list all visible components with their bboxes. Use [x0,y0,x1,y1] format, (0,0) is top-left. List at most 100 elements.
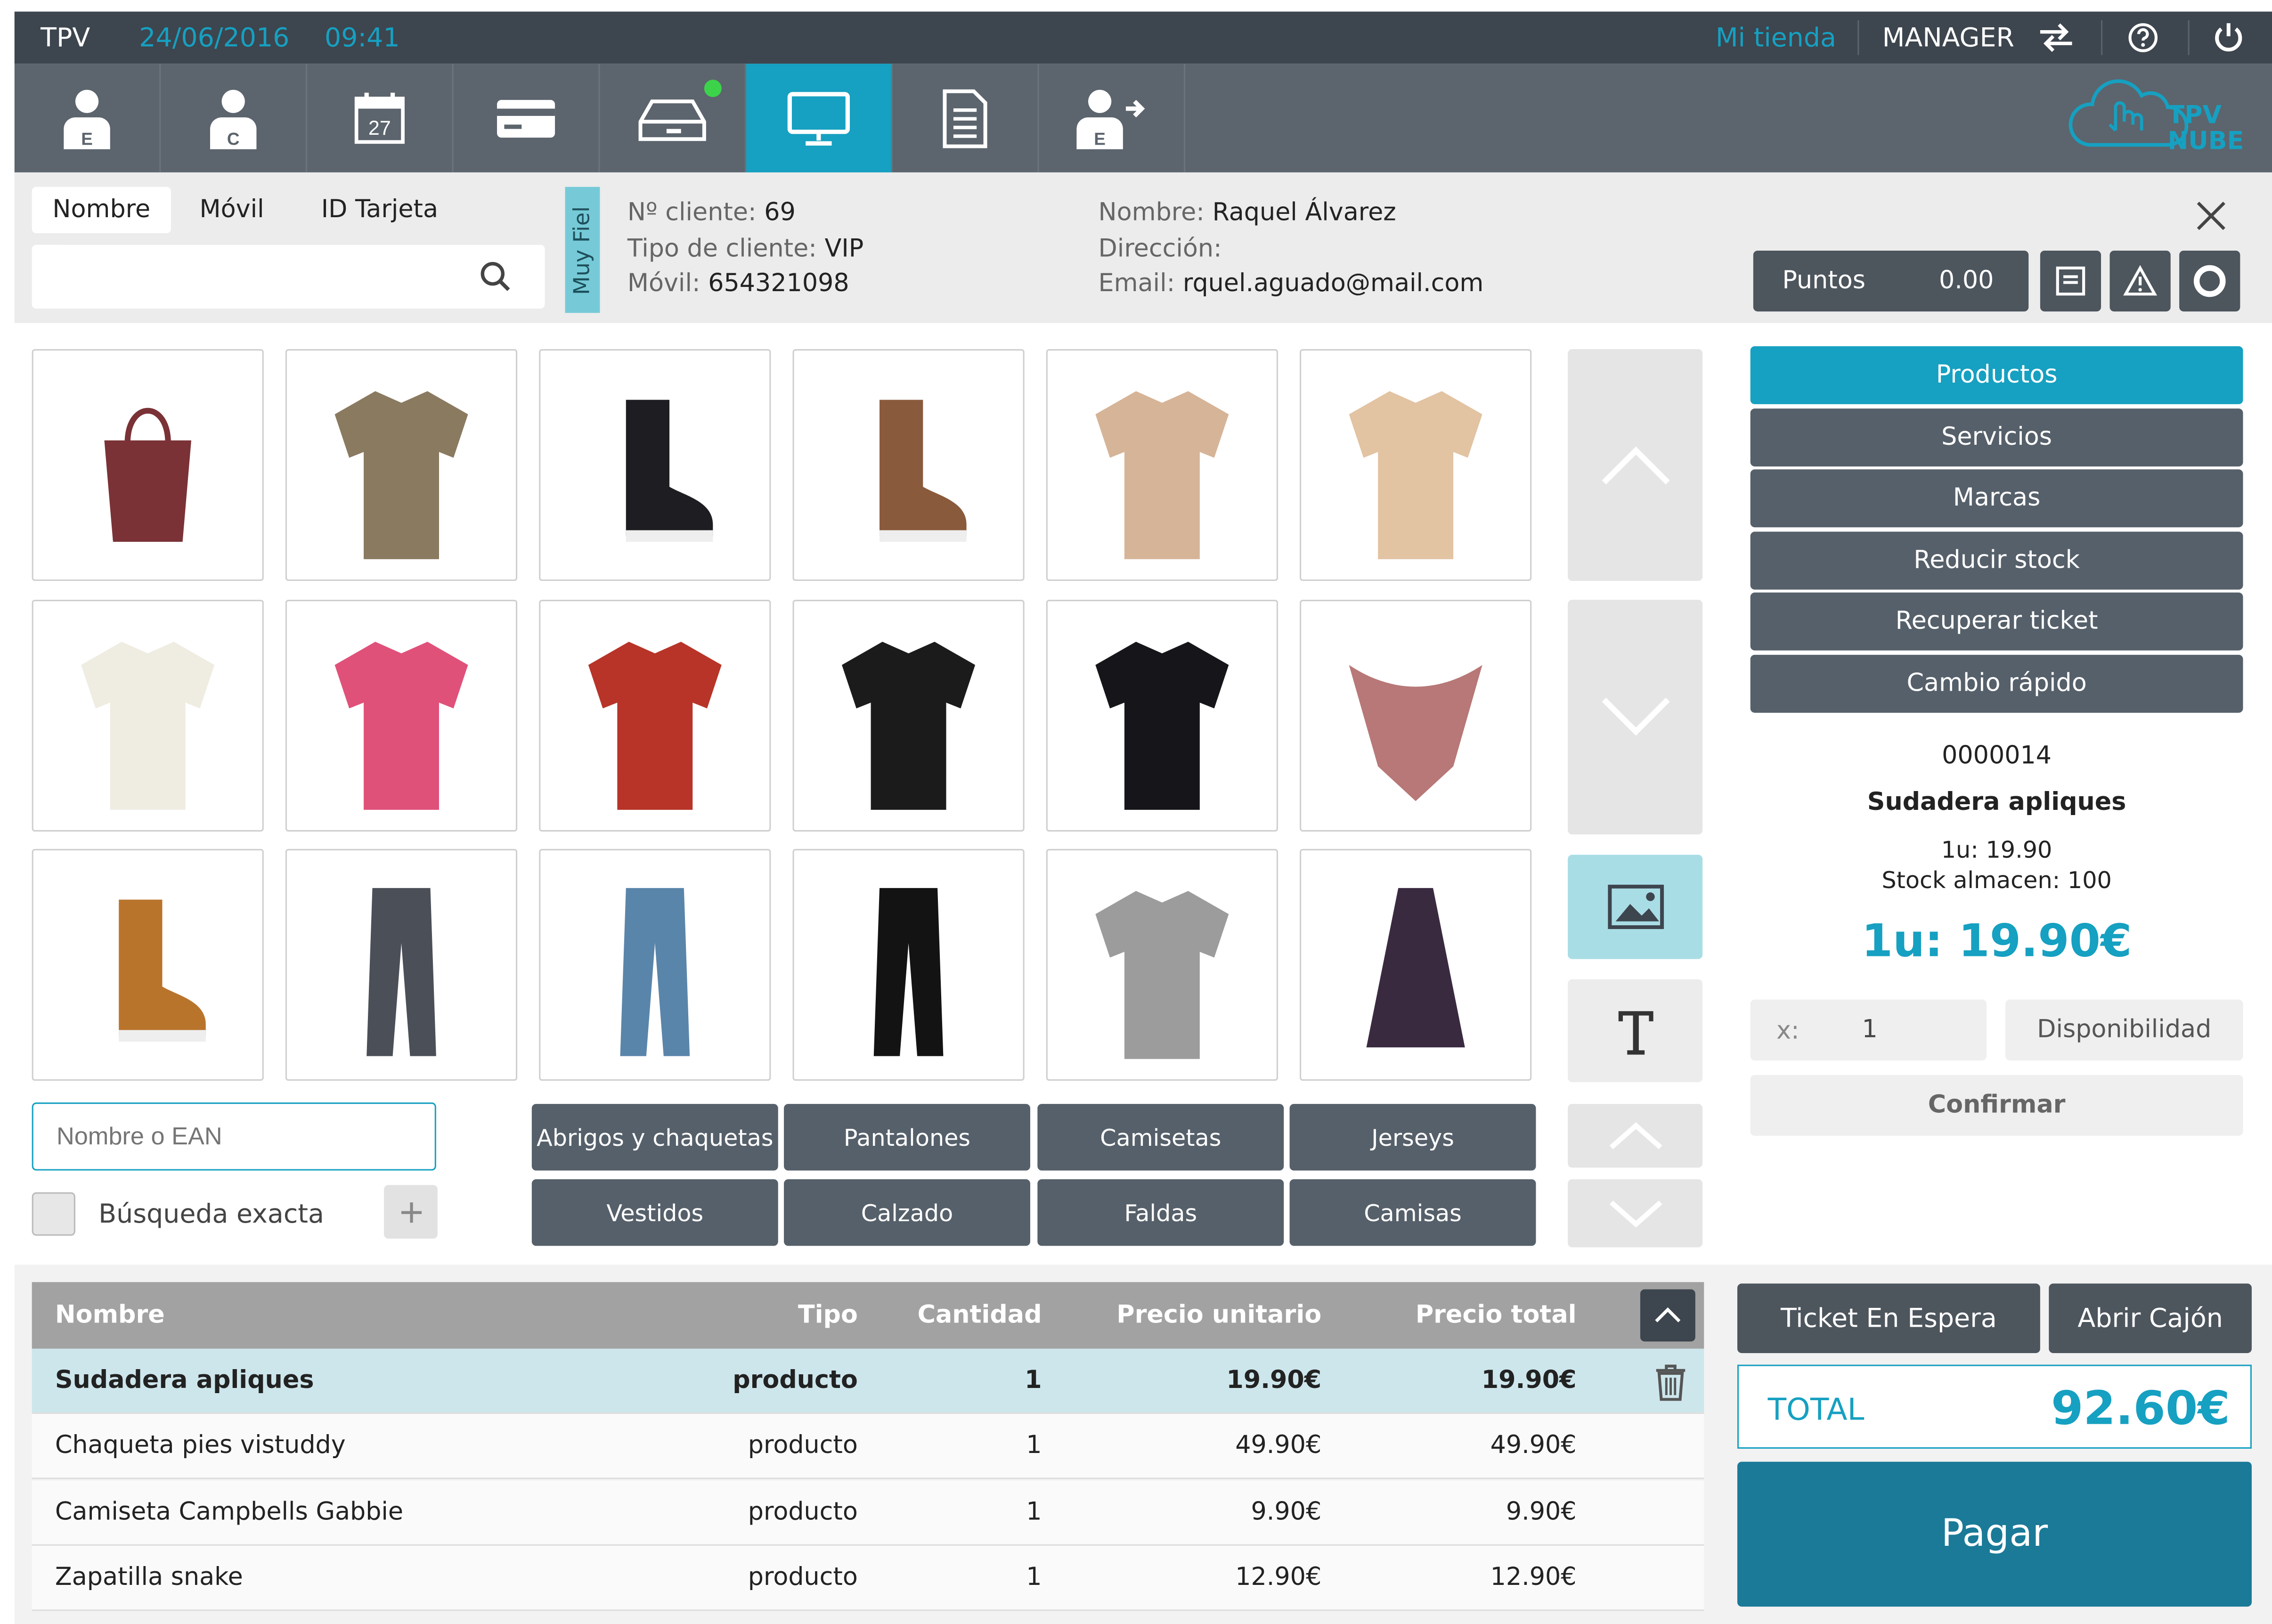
calendar-button[interactable]: 27 [307,64,454,172]
product-tile-ugg-boot[interactable] [32,849,264,1081]
product-tile-leather-jacket[interactable] [792,600,1025,832]
menu-quick-exchange[interactable]: Cambio rápido [1750,654,2243,713]
product-tile-black-pants[interactable] [792,849,1025,1081]
ugg-boot-image [119,899,206,1042]
pink-tshirt-image [334,642,468,810]
category-button[interactable]: Pantalones [784,1104,1030,1171]
menu-reduce-stock[interactable]: Reducir stock [1750,531,2243,590]
open-drawer-button[interactable]: Abrir Cajón [2049,1283,2252,1353]
table-row[interactable]: Zapatilla snake producto 1 12.90€ 12.90€ [32,1545,1704,1611]
help-icon[interactable] [2127,22,2159,59]
category-button[interactable]: Faldas [1037,1179,1284,1246]
scarf-image [1349,665,1482,801]
plus-icon [400,1201,421,1222]
category-scroll-down-button[interactable] [1568,1179,1703,1248]
col-total-price: Precio total [1415,1301,1577,1330]
switch-user-icon[interactable] [2037,22,2075,59]
menu-products[interactable]: Productos [1750,346,2243,404]
text-icon [1618,1010,1653,1054]
cell-name: Camiseta Campbells Gabbie [55,1498,404,1527]
trash-icon[interactable] [1655,1363,1687,1406]
search-icon[interactable] [478,259,513,300]
customer-icon: C [210,89,257,149]
monitor-button[interactable] [746,64,893,172]
category-scroll-up-button[interactable] [1568,1104,1703,1168]
product-tile-hoodie[interactable] [1046,600,1278,832]
product-tile-white-blouse[interactable] [32,600,264,832]
card-payment-button[interactable] [454,64,600,172]
power-icon[interactable] [2211,20,2246,61]
hold-ticket-button[interactable]: Ticket En Espera [1737,1283,2040,1353]
employee-button[interactable]: E [15,64,161,172]
product-tile-blue-jeans[interactable] [539,849,771,1081]
quantity-label: x: [1776,1017,1800,1046]
client-name: Nombre: Raquel Álvarez [1098,198,1396,228]
category-button[interactable]: Jerseys [1289,1104,1536,1171]
store-link[interactable]: Mi tienda [1716,23,1836,54]
product-tile-scarf[interactable] [1300,600,1532,832]
support-button[interactable] [2179,250,2240,312]
confirm-button[interactable]: Confirmar [1750,1075,2243,1136]
client-search-input[interactable] [32,245,545,309]
category-button[interactable]: Vestidos [531,1179,778,1246]
cell-type: producto [733,1366,858,1395]
table-row[interactable]: Camiseta Campbells Gabbie producto 1 9.90€ 9… [32,1480,1704,1546]
employee-logout-button[interactable]: E [1039,64,1186,172]
text-view-button[interactable] [1568,979,1703,1082]
points-value: 0.00 [1938,266,1994,296]
grid-scroll-up-button[interactable] [1568,349,1703,581]
availability-button[interactable]: Disponibilidad [2005,999,2243,1061]
grey-sweater-image [1095,891,1229,1059]
quantity-field[interactable]: x: 1 [1750,999,1987,1061]
search-tab-name[interactable]: Nombre [32,187,171,234]
cell-name: Zapatilla snake [55,1563,243,1592]
product-tile-coat[interactable] [1046,349,1278,581]
product-tile-pink-tshirt[interactable] [285,600,518,832]
client-type: Tipo de cliente: VIP [627,235,864,264]
status-bar: TPV 24/06/2016 09:41 Mi tienda MANAGER [14,11,2272,64]
alert-button[interactable] [2109,250,2171,312]
category-button[interactable]: Abrigos y chaquetas [531,1104,778,1171]
product-tile-red-sweater[interactable] [539,600,771,832]
user-role: MANAGER [1882,23,2014,54]
svg-text:E: E [1094,129,1106,148]
product-tile-boot[interactable] [539,349,771,581]
exact-search-checkbox[interactable] [32,1192,75,1236]
search-tab-card-id[interactable]: ID Tarjeta [299,187,461,233]
menu-recover-ticket[interactable]: Recuperar ticket [1750,592,2243,651]
add-product-button[interactable] [384,1185,438,1239]
document-button[interactable] [893,64,1039,172]
product-tile-cardigan[interactable] [285,349,518,581]
points-button[interactable]: Puntos 0.00 [1753,250,2029,312]
cell-quantity: 1 [1026,1498,1042,1527]
col-unit-price: Precio unitario [1116,1301,1322,1330]
notes-button[interactable] [2040,250,2101,312]
product-tile-grey-jeans[interactable] [285,849,518,1081]
customer-button[interactable]: C [161,64,308,172]
cash-drawer-button[interactable] [600,64,747,172]
pay-button[interactable]: Pagar [1737,1461,2252,1607]
svg-text:C: C [227,129,240,148]
product-tile-bag[interactable] [32,349,264,581]
image-icon [1607,884,1663,929]
table-row[interactable]: Sudadera apliques producto 1 19.90€ 19.90€ [32,1348,1704,1414]
product-tile-blouse[interactable] [1300,349,1532,581]
cell-quantity: 1 [1026,1563,1042,1592]
category-button[interactable]: Camisas [1289,1179,1536,1246]
employee-icon: E [64,89,110,149]
menu-brands[interactable]: Marcas [1750,469,2243,528]
search-tab-mobile[interactable]: Móvil [179,187,284,233]
product-search-input[interactable] [32,1102,436,1171]
product-tile-grey-sweater[interactable] [1046,849,1278,1081]
category-button[interactable]: Camisetas [1037,1104,1284,1171]
category-button[interactable]: Calzado [784,1179,1030,1246]
close-icon[interactable] [2194,198,2229,239]
points-label: Puntos [1782,266,1866,296]
image-view-button[interactable] [1568,855,1703,959]
grid-scroll-down-button[interactable] [1568,600,1703,835]
product-tile-sneaker[interactable] [792,349,1025,581]
table-collapse-button[interactable] [1640,1289,1695,1342]
table-row[interactable]: Chaqueta pies vistuddy producto 1 49.90€ 49.… [32,1414,1704,1479]
menu-services[interactable]: Servicios [1750,408,2243,467]
product-tile-print-dress[interactable] [1300,849,1532,1081]
